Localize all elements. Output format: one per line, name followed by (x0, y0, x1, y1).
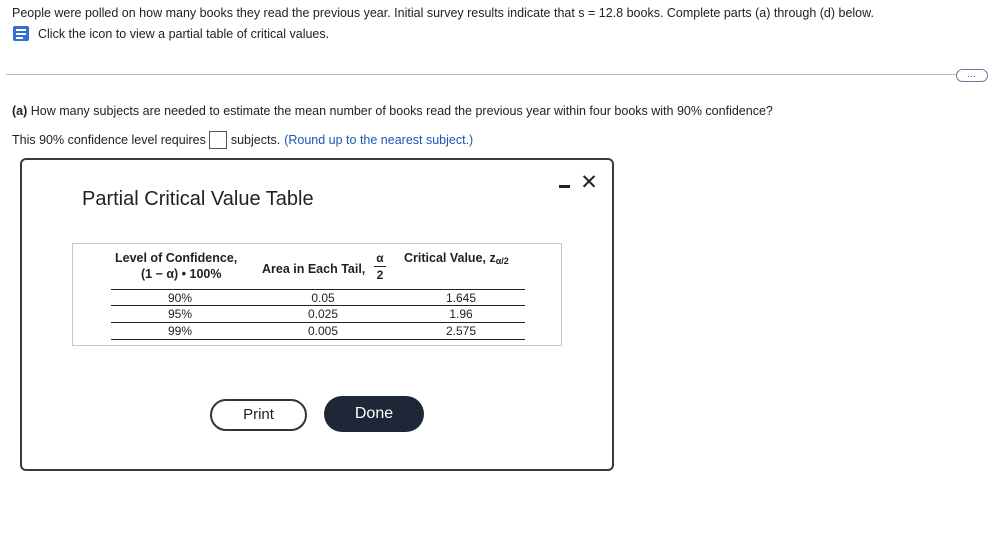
table-link-row[interactable]: Click the icon to view a partial table o… (12, 25, 329, 42)
done-button[interactable]: Done (324, 396, 424, 432)
table-cell-level: 90% (167, 291, 193, 305)
table-cell-critical: 1.96 (449, 307, 473, 321)
critical-value-table: Level of Confidence, (1 − α) • 100% Area… (72, 243, 562, 346)
part-a-label: (a) (12, 104, 28, 118)
print-button[interactable]: Print (210, 399, 307, 431)
table-cell-area: 0.05 (311, 291, 335, 305)
header-level-of-confidence: Level of Confidence, (115, 251, 238, 265)
table-cell-level: 99% (167, 324, 193, 338)
table-cell-critical: 1.645 (445, 291, 477, 305)
header-alpha-over-two: α 2 (374, 251, 386, 282)
answer-prefix: This 90% confidence level requires (12, 133, 206, 147)
critical-value-label: Critical Value, z (404, 251, 496, 265)
table-rule (111, 289, 525, 290)
two-denominator: 2 (376, 268, 384, 282)
header-critical-value: Critical Value, zα/2 (404, 251, 509, 266)
close-icon[interactable]: ✕ (579, 172, 599, 194)
table-rule (111, 305, 525, 306)
modal-title: Partial Critical Value Table (82, 188, 314, 210)
minimize-icon[interactable] (558, 178, 572, 192)
table-rule (111, 322, 525, 323)
critical-value-modal: Partial Critical Value Table ✕ Level of … (20, 158, 614, 471)
answer-suffix: subjects. (230, 133, 281, 147)
table-link-text[interactable]: Click the icon to view a partial table o… (38, 27, 329, 41)
document-icon[interactable] (12, 25, 32, 42)
table-cell-area: 0.005 (307, 324, 339, 338)
critical-value-subscript: α/2 (495, 256, 509, 266)
table-rule (111, 339, 525, 340)
alpha-numerator: α (376, 251, 384, 265)
table-cell-area: 0.025 (307, 307, 339, 321)
part-a-question: (a) How many subjects are needed to esti… (12, 104, 773, 118)
more-options-button[interactable]: … (956, 69, 988, 82)
answer-input[interactable] (208, 131, 227, 149)
table-cell-critical: 2.575 (445, 324, 477, 338)
header-area-in-each-tail: Area in Each Tail, (262, 262, 366, 276)
table-cell-level: 95% (167, 307, 193, 321)
part-a-question-text: How many subjects are needed to estimate… (30, 104, 773, 118)
round-hint: (Round up to the nearest subject.) (284, 133, 474, 147)
problem-statement: People were polled on how many books the… (12, 6, 874, 20)
header-level-formula: (1 − α) • 100% (141, 267, 222, 281)
section-divider (6, 74, 958, 75)
answer-row: This 90% confidence level requires subje… (12, 131, 473, 149)
